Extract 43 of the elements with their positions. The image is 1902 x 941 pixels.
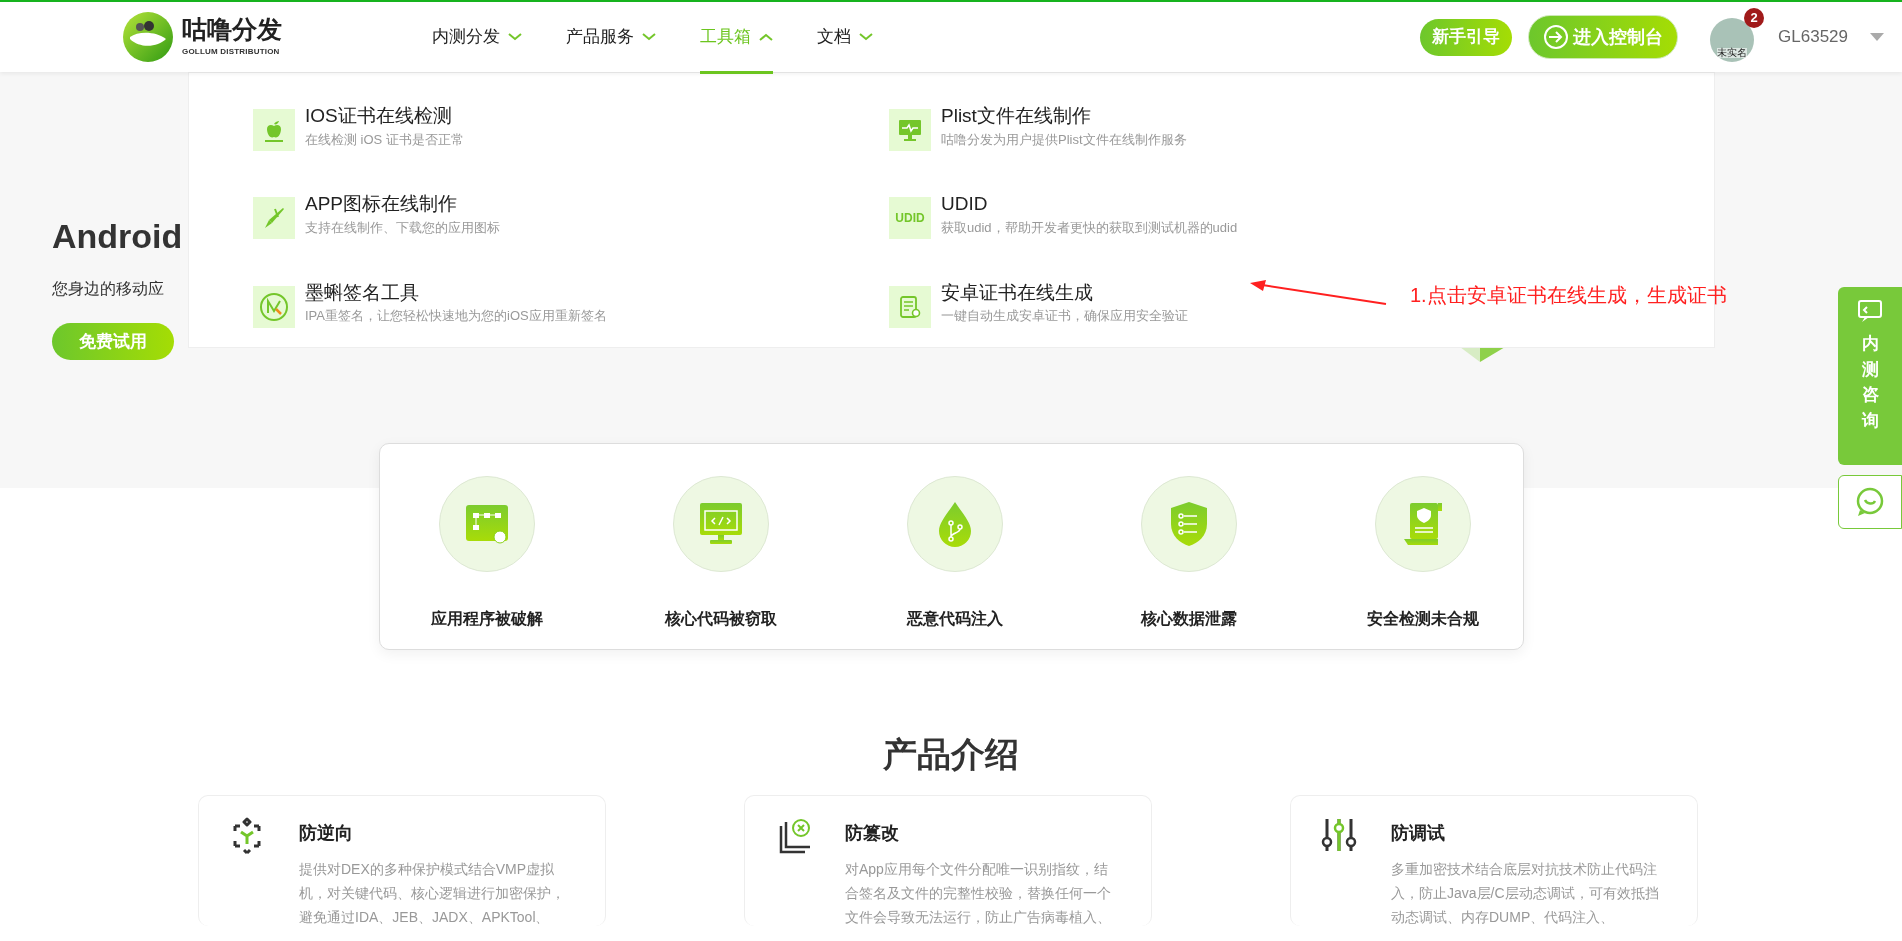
chat-button[interactable] xyxy=(1838,475,1902,529)
product-description: 提供对DEX的多种保护模式结合VMP虚拟机，对关键代码、核心逻辑进行加密保护，避免通过IDA、JEB、JADX、APKTool、 xyxy=(299,859,566,927)
caret-down-icon xyxy=(1870,33,1884,41)
notification-badge: 2 xyxy=(1744,8,1765,28)
product-description: 多重加密技术结合底层对抗技术防止代码注入，防止Java层/C层动态调试，可有效抵挡动态调试、内存DUMP、代码注入、 xyxy=(1391,859,1660,927)
risk-label: 应用程序被破解 xyxy=(430,609,543,629)
risk-label: 安全检测未合规 xyxy=(1366,609,1479,629)
logo-text: 咕噜分发 xyxy=(182,16,282,42)
menu-item[interactable]: 墨蝌签名工具 IPA重签名，让您轻松快速地为您的iOS应用重新签名 xyxy=(253,281,607,347)
monitor-icon xyxy=(897,117,923,143)
hero-title: Android xyxy=(52,218,183,256)
annotation-text: 1.点击安卓证书在线生成，生成证书 xyxy=(1410,283,1727,308)
chat-icon xyxy=(1854,486,1886,518)
product-title: 防逆向 xyxy=(299,821,354,845)
risk-label: 恶意代码注入 xyxy=(906,609,1003,629)
product-title: 防调试 xyxy=(1391,821,1446,845)
menu-item[interactable]: IOS证书在线检测 在线检测 iOS 证书是否正常 xyxy=(253,105,464,171)
username[interactable]: GL63529 xyxy=(1778,24,1848,50)
menu-item[interactable]: 安卓证书在线生成 一键自动生成安卓证书，确保应用安全验证 xyxy=(889,281,1188,347)
certificate-icon xyxy=(897,293,923,320)
logo-icon xyxy=(122,11,174,63)
hero-subtitle: 您身边的移动应 xyxy=(52,279,164,300)
menu-item[interactable]: APP图标在线制作 支持在线制作、下载您的应用图标 xyxy=(253,193,500,259)
chevron-up-icon xyxy=(759,33,773,41)
nav-item[interactable]: 文档 xyxy=(817,3,873,74)
nav-item[interactable]: 产品服务 xyxy=(566,3,656,74)
logo-subtitle: GOLLUM DISTRIBUTION xyxy=(182,45,281,58)
product-description: 对App应用每个文件分配唯一识别指纹，结合签名及文件的完整性校验，替换任何一个文件会导致无法运行，防止广告病毒植入、 xyxy=(845,859,1112,927)
menu-item[interactable]: Plist文件在线制作 咕噜分发为用户提供Plist文件在线制作服务 xyxy=(889,105,1187,171)
nav-item[interactable]: 内测分发 xyxy=(432,3,522,74)
chevron-down-icon xyxy=(859,33,873,41)
menu-item[interactable]: UDID UDID 获取udid，帮助开发者更快的获取到测试机器的udid xyxy=(889,193,1238,259)
chevron-down-icon xyxy=(642,33,656,41)
enter-icon xyxy=(1543,24,1570,50)
section-heading: 产品介绍 xyxy=(882,734,1020,775)
avatar-label: 未实名 xyxy=(1717,48,1748,58)
signature-icon xyxy=(259,291,289,322)
chevron-down-icon xyxy=(508,33,522,41)
udid-icon: UDID xyxy=(889,197,931,240)
message-icon xyxy=(1857,299,1883,323)
risk-label: 核心代码被窃取 xyxy=(664,609,777,629)
product-title: 防篡改 xyxy=(845,821,900,845)
risk-label: 核心数据泄露 xyxy=(1140,609,1237,629)
